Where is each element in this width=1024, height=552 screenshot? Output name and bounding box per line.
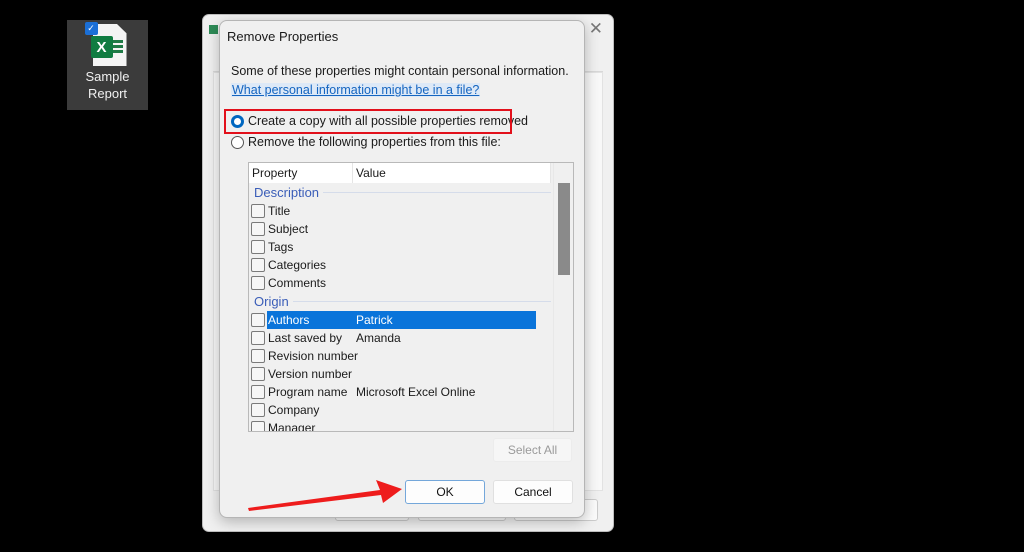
desktop-file-sample-report[interactable]: X ✓ Sample Report xyxy=(67,20,148,110)
column-header-property[interactable]: Property xyxy=(249,163,353,183)
group-header-description: Description xyxy=(249,183,554,202)
property-checkbox[interactable] xyxy=(251,204,265,218)
property-checkbox[interactable] xyxy=(251,313,265,327)
radio-create-copy[interactable]: Create a copy with all possible properti… xyxy=(231,114,528,128)
property-list-body: Description Title Subject Tags Categories Com… xyxy=(249,183,554,432)
property-row[interactable]: Categories xyxy=(249,256,554,274)
group-label: Description xyxy=(254,185,320,200)
property-row[interactable]: Authors Patrick xyxy=(249,311,554,329)
property-value: Patrick xyxy=(356,311,536,329)
radio-remove-following-label: Remove the following properties from thi… xyxy=(248,135,501,149)
property-checkbox[interactable] xyxy=(251,276,265,290)
property-name: Authors xyxy=(267,311,356,329)
property-value: Microsoft Excel Online xyxy=(356,385,476,399)
property-name: Company xyxy=(268,403,320,417)
ok-button[interactable]: OK xyxy=(405,480,485,504)
column-header-value[interactable]: Value xyxy=(353,163,551,183)
property-name: Version number xyxy=(268,367,353,381)
scrollbar-thumb[interactable] xyxy=(558,183,570,275)
property-row[interactable]: Manager xyxy=(249,419,554,432)
property-list-header: Property Value xyxy=(249,163,551,183)
property-row[interactable]: Tags xyxy=(249,238,554,256)
property-value: Amanda xyxy=(356,331,401,345)
cancel-button[interactable]: Cancel xyxy=(493,480,573,504)
property-name: Title xyxy=(268,204,291,218)
radio-create-copy-label: Create a copy with all possible properti… xyxy=(248,114,528,128)
property-checkbox[interactable] xyxy=(251,403,265,417)
property-checkbox[interactable] xyxy=(251,367,265,381)
property-checkbox[interactable] xyxy=(251,385,265,399)
property-name: Last saved by xyxy=(268,331,343,345)
property-name: Tags xyxy=(268,240,294,254)
group-label: Origin xyxy=(254,294,289,309)
personal-info-help-link[interactable]: What personal information might be in a … xyxy=(231,83,481,97)
property-name: Revision number xyxy=(268,349,359,363)
property-name: Categories xyxy=(268,258,327,272)
property-row[interactable]: Revision number xyxy=(249,347,554,365)
selected-check-icon: ✓ xyxy=(84,22,98,35)
property-checkbox[interactable] xyxy=(251,222,265,236)
property-row[interactable]: Title xyxy=(249,202,554,220)
radio-selected-icon xyxy=(231,114,244,128)
property-checkbox[interactable] xyxy=(251,421,265,431)
group-divider xyxy=(292,301,551,302)
property-name: Manager xyxy=(268,421,316,432)
property-row[interactable]: Company xyxy=(249,401,554,419)
desktop-file-label: Sample Report xyxy=(85,69,130,101)
property-row[interactable]: Program name Microsoft Excel Online xyxy=(249,383,554,401)
property-row[interactable]: Comments xyxy=(249,274,554,292)
property-name: Comments xyxy=(268,276,327,290)
property-checkbox[interactable] xyxy=(251,331,265,345)
property-list[interactable]: Property Value Description Title Subject Ta… xyxy=(248,162,574,432)
property-checkbox[interactable] xyxy=(251,240,265,254)
property-checkbox[interactable] xyxy=(251,349,265,363)
radio-unselected-icon xyxy=(231,135,244,149)
excel-app-icon xyxy=(209,25,218,34)
excel-file-icon: X ✓ xyxy=(84,22,131,66)
close-icon[interactable]: ✕ xyxy=(589,19,603,39)
select-all-button[interactable]: Select All xyxy=(493,438,572,462)
property-row[interactable]: Version number xyxy=(249,365,554,383)
property-name: Program name xyxy=(268,385,348,399)
dialog-title: Remove Properties xyxy=(227,29,339,44)
property-row[interactable]: Last saved by Amanda xyxy=(249,329,554,347)
vertical-scrollbar[interactable] xyxy=(553,163,573,431)
property-name: Subject xyxy=(268,222,309,236)
intro-text: Some of these properties might contain p… xyxy=(231,64,569,78)
property-checkbox[interactable] xyxy=(251,258,265,272)
group-divider xyxy=(323,192,551,193)
radio-remove-following[interactable]: Remove the following properties from thi… xyxy=(231,135,501,149)
group-header-origin: Origin xyxy=(249,292,554,311)
property-row[interactable]: Subject xyxy=(249,220,554,238)
remove-properties-dialog: Remove Properties Some of these properti… xyxy=(219,20,585,518)
